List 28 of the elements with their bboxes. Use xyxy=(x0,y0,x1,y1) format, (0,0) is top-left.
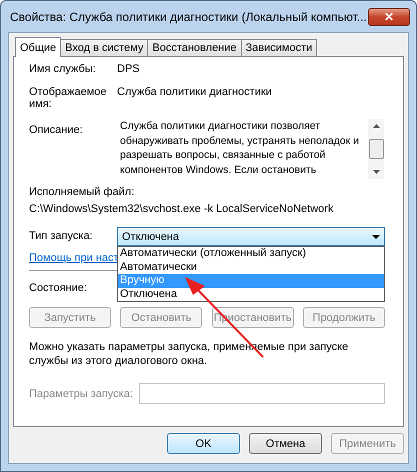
tab[interactable]: Зависимости xyxy=(240,39,318,56)
tab[interactable]: Восстановление xyxy=(147,39,242,56)
dropdown-option[interactable]: Автоматически xyxy=(118,260,384,274)
field-label: Описание: xyxy=(29,123,84,136)
close-button[interactable]: ✕ xyxy=(368,8,410,26)
tab[interactable]: Вход в систему xyxy=(60,39,148,56)
description-box[interactable]: Служба политики диагностики позволяет обнаруживать проблемы, устранять неполадок и разрешать вопросы, связанные с работой компонентов Windows. Если остановить xyxy=(117,118,385,180)
field-value: DPS xyxy=(117,63,140,75)
window-title: Свойства: Служба политики диагностики (Локальный компьют... xyxy=(10,10,368,24)
field-value: Служба политики диагностики xyxy=(117,86,272,98)
dialog-button[interactable]: OK xyxy=(167,433,240,454)
tab[interactable]: Общие xyxy=(15,37,62,57)
dialog-button[interactable]: Отмена xyxy=(249,433,322,454)
field-label: Исполняемый файл: xyxy=(29,186,134,198)
scroll-down-icon[interactable] xyxy=(372,170,380,174)
field-label: Имя службы: xyxy=(29,63,97,75)
dropdown-option[interactable]: Отключена xyxy=(118,288,384,301)
startup-type-dropdown[interactable]: Отключена xyxy=(117,227,385,246)
field-label: Тип запуска: xyxy=(29,229,94,242)
scroll-up-icon[interactable] xyxy=(372,124,380,128)
dropdown-option[interactable]: Автоматически (отложенный запуск) xyxy=(118,247,384,260)
field-value: C:\Windows\System32\svchost.exe -k LocalServiceNoNetwork xyxy=(29,203,334,215)
caret-icon xyxy=(372,234,380,238)
field-label: Состояние: xyxy=(29,282,87,294)
field-label: Параметры запуска: xyxy=(29,388,134,400)
field-label: Отображаемое имя: xyxy=(29,86,108,110)
scrollbar[interactable] xyxy=(368,119,384,179)
help-link[interactable]: Помощь при наст xyxy=(29,252,119,264)
